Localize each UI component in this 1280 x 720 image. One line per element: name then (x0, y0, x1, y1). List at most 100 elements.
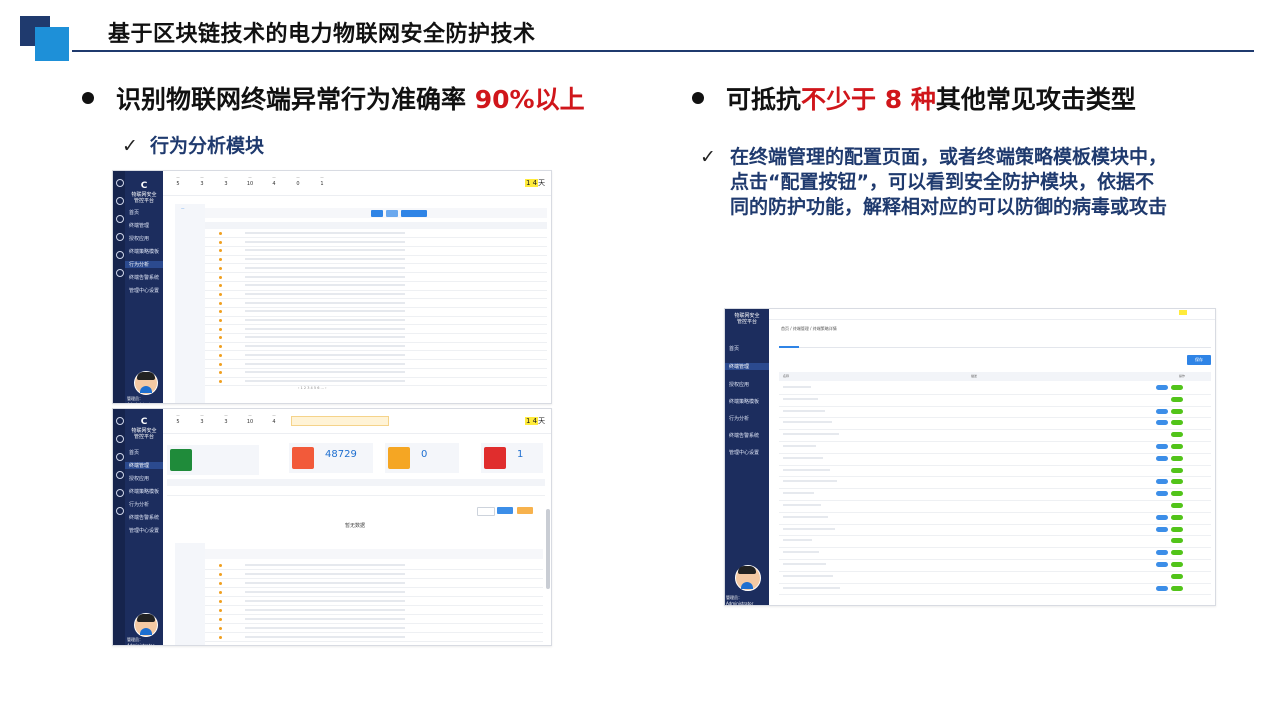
config-toggle[interactable] (1156, 585, 1168, 591)
enable-toggle[interactable] (1171, 550, 1183, 556)
save-button[interactable]: 保存 (1187, 355, 1211, 365)
status-dot-icon (219, 573, 222, 576)
enable-toggle[interactable] (1171, 432, 1183, 438)
menu-item-terminal[interactable]: 终端管理 (725, 363, 769, 370)
config-toggle[interactable] (1156, 514, 1168, 520)
menu-item-alarm[interactable]: 终端告警系统 (129, 514, 159, 521)
enable-toggle[interactable] (1171, 479, 1183, 485)
config-toggle[interactable] (1156, 420, 1168, 426)
menu-item-settings[interactable]: 管理中心设置 (729, 449, 759, 456)
menu-item-policy[interactable]: 终端策略模板 (129, 488, 159, 495)
app-sidebar: C 物联网安全 管控平台 首页 终端管理 授权应用 终端策略模板 行为分析 终端… (113, 409, 163, 645)
export-button[interactable] (401, 209, 427, 217)
menu-item-policy[interactable]: 终端策略模板 (129, 248, 159, 255)
menu-item-settings[interactable]: 管理中心设置 (129, 527, 159, 534)
enable-toggle[interactable] (1171, 491, 1183, 497)
config-toggle[interactable] (1156, 385, 1168, 390)
enable-toggle[interactable] (1171, 562, 1183, 567)
menu-item-apps[interactable]: 授权应用 (129, 475, 149, 482)
menu-item-home[interactable]: 首页 (729, 345, 739, 352)
status-dot-icon (219, 336, 222, 340)
right-description: ✓ 在终端管理的配置页面，或者终端策略模板模块中，点击“配置按钮”，可以看到安全… (700, 145, 1170, 220)
avatar-icon[interactable] (134, 613, 158, 637)
table-row[interactable] (205, 377, 547, 387)
terminal-info-card (167, 445, 259, 475)
enable-toggle[interactable] (1171, 526, 1183, 532)
config-toggle[interactable] (1156, 550, 1168, 556)
table-row[interactable] (205, 606, 543, 616)
menu-item-home[interactable]: 首页 (129, 209, 139, 216)
table-row[interactable] (205, 597, 543, 607)
status-dot-icon (219, 609, 222, 612)
status-dot-icon (219, 582, 222, 585)
enable-toggle[interactable] (1171, 408, 1183, 414)
status-dot-icon (219, 564, 222, 567)
admin-label: 管理员：Administrator (127, 396, 154, 403)
alert-icon (388, 447, 410, 469)
pagination[interactable]: ‹ 1 2 3 4 5 6 … › (298, 386, 327, 390)
status-dot-icon (219, 240, 222, 244)
menu-item-alarm[interactable]: 终端告警系统 (729, 432, 759, 439)
policy-row[interactable] (779, 583, 1211, 596)
enable-toggle[interactable] (1171, 573, 1183, 579)
menu-item-settings[interactable]: 管理中心设置 (129, 287, 159, 294)
status-dot-icon (219, 600, 222, 603)
status-dot-icon (219, 353, 222, 357)
enable-toggle[interactable] (1171, 585, 1183, 591)
enable-toggle[interactable] (1171, 503, 1183, 508)
app-brand: C 物联网安全 管控平台 (131, 181, 157, 204)
config-toggle[interactable] (1156, 491, 1168, 497)
table-row[interactable] (205, 579, 543, 589)
table-row[interactable] (205, 615, 543, 625)
table-row[interactable] (205, 633, 543, 643)
right-bullet: 可抵抗不少于 8 种其他常见攻击类型 (692, 80, 1136, 116)
config-toggle[interactable] (1156, 408, 1168, 414)
config-toggle[interactable] (1156, 444, 1168, 449)
table-row[interactable] (205, 588, 543, 598)
app-sidebar: C 物联网安全 管控平台 首页 终端管理 授权应用 终端策略模板 行为分析 终端… (113, 171, 163, 403)
enable-toggle[interactable] (1171, 396, 1183, 402)
search-button[interactable] (371, 209, 383, 217)
menu-item-terminal[interactable]: 终端管理 (129, 222, 149, 229)
online-days (1179, 310, 1187, 315)
enable-toggle[interactable] (1171, 514, 1183, 520)
menu-item-terminal[interactable]: 终端管理 (125, 462, 163, 469)
table-row[interactable] (205, 570, 543, 580)
bullet-dot-icon (692, 92, 704, 104)
config-toggle[interactable] (1156, 526, 1168, 532)
status-dot-icon (219, 232, 222, 235)
enable-toggle[interactable] (1171, 444, 1183, 449)
menu-item-home[interactable]: 首页 (129, 449, 139, 456)
menu-item-apps[interactable]: 授权应用 (129, 235, 149, 242)
status-dot-icon (219, 327, 222, 331)
breadcrumb: 首页 / 终端管理 / 终端策略详情 (781, 326, 837, 331)
reset-button[interactable] (386, 209, 398, 217)
menu-item-behavior[interactable]: 行为分析 (129, 501, 149, 508)
config-toggle[interactable] (1156, 455, 1168, 461)
config-toggle[interactable] (1156, 562, 1168, 567)
left-subpoint: ✓ 行为分析模块 (122, 131, 264, 158)
status-dot-icon (219, 618, 222, 621)
enable-toggle[interactable] (1171, 385, 1183, 390)
table-row[interactable] (205, 624, 543, 634)
terminal-subnav (175, 543, 205, 645)
avatar-icon[interactable] (134, 371, 158, 395)
menu-item-apps[interactable]: 授权应用 (729, 381, 749, 388)
menu-item-behavior[interactable]: 行为分析 (125, 261, 163, 268)
config-toggle[interactable] (1156, 479, 1168, 485)
bullet-dot-icon (82, 92, 94, 104)
left-bullet: 识别物联网终端异常行为准确率 90%以上 (82, 80, 585, 116)
camera-icon (484, 447, 506, 469)
enable-toggle[interactable] (1171, 420, 1183, 426)
table-row[interactable] (205, 561, 543, 571)
avatar-icon[interactable] (735, 565, 761, 591)
enable-toggle[interactable] (1171, 467, 1183, 473)
right-bullet-before: 可抵抗 (726, 85, 802, 114)
enable-toggle[interactable] (1171, 455, 1183, 461)
menu-item-behavior[interactable]: 行为分析 (729, 415, 749, 422)
menu-item-alarm[interactable]: 终端告警系统 (129, 274, 159, 281)
menu-item-policy[interactable]: 终端策略模板 (729, 398, 759, 405)
stat-card-3: 1 (481, 443, 543, 473)
scrollbar[interactable] (546, 509, 550, 589)
enable-toggle[interactable] (1171, 538, 1183, 544)
